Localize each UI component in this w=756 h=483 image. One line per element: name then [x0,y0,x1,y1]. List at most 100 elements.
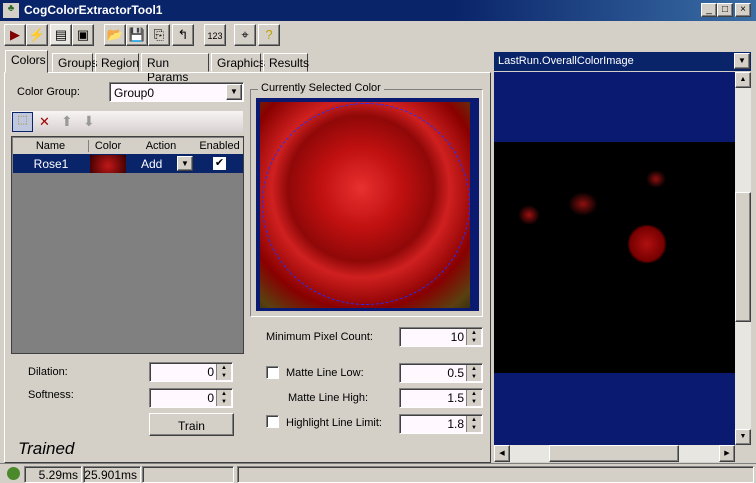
reset-button[interactable]: ↰ [172,24,194,46]
table-row[interactable]: Rose1 Add ▼ ✔ [13,154,243,173]
matte-low-label: Matte Line Low: [286,367,364,379]
run-button[interactable]: ▶ [4,24,26,46]
save-as-icon: ⎘ [153,27,165,42]
vertical-scrollbar[interactable]: ▲ ▼ [735,72,751,445]
reset-icon: ↰ [177,27,189,42]
dilation-input[interactable]: 0 ▲ ▼ [149,362,233,382]
selected-color-title: Currently Selected Color [258,82,384,94]
row-name: Rose1 [33,157,69,171]
spin-arrows-icon[interactable]: ▲ ▼ [216,390,231,406]
matte-high-input[interactable]: 1.5 ▲ ▼ [399,388,483,408]
image-select-value: LastRun.OverallColorImage [498,55,634,67]
move-down-icon[interactable]: ⬇ [83,113,95,130]
open-icon: 📂 [106,27,124,42]
row-action[interactable]: Add [141,157,162,171]
highlight-checkbox[interactable] [266,415,279,428]
total-time: 25.901ms [83,466,141,483]
softness-input[interactable]: 0 ▲ ▼ [149,388,233,408]
show-panel-icon: ▤ [54,27,68,42]
extracted-image [494,142,735,373]
add-color-icon[interactable]: ⬚ [12,112,33,132]
min-pixel-label: Minimum Pixel Count: [266,331,373,343]
header-action[interactable]: Action [127,140,195,152]
tab-colors[interactable]: Colors [5,50,48,73]
status-panel [142,466,234,483]
enabled-checkbox[interactable]: ✔ [213,157,226,170]
results-button[interactable]: 123 [204,24,226,46]
highlight-label: Highlight Line Limit: [286,417,382,429]
save-button[interactable]: 💾 [126,24,148,46]
color-group-select[interactable]: Group0 ▼ [109,82,244,102]
header-enabled[interactable]: Enabled [196,140,243,152]
matte-low-checkbox[interactable] [266,366,279,379]
dilation-label: Dilation: [28,366,68,378]
help-button[interactable]: ? [258,24,280,46]
train-status: Trained [18,439,75,458]
tab-region[interactable]: Region [95,53,139,72]
run-icon: ▶ [10,27,20,42]
min-pixel-value: 10 [450,330,464,344]
lightning-icon: ⚡ [28,27,46,42]
close-button[interactable]: × [735,3,751,17]
app-icon: ♣ [3,3,19,18]
color-swatch [90,155,126,173]
tab-graphics[interactable]: Graphics [211,53,265,72]
delete-icon[interactable]: ✕ [39,114,50,130]
matte-low-value: 0.5 [447,366,464,380]
move-up-icon[interactable]: ⬆ [61,113,73,130]
softness-label: Softness: [28,389,74,401]
color-group-label: Color Group: [17,86,80,98]
scroll-up-icon[interactable]: ▲ [735,72,751,88]
window-title: CogColorExtractorTool1 [24,3,163,17]
highlight-value: 1.8 [447,417,464,431]
title-bar: ♣ CogColorExtractorTool1 [0,0,756,21]
scroll-left-icon[interactable]: ◀ [494,445,510,462]
status-message [237,466,754,483]
status-bar: 5.29ms 25.901ms [0,463,756,483]
results-icon: 123 [207,31,223,41]
train-button[interactable]: Train [149,413,234,436]
matte-high-label: Matte Line High: [288,392,369,404]
floating-panel-button[interactable]: ▣ [72,24,94,46]
matte-high-value: 1.5 [447,391,464,405]
tab-results[interactable]: Results [263,53,309,72]
open-button[interactable]: 📂 [104,24,126,46]
help-icon: ? [265,27,273,42]
spin-arrows-icon[interactable]: ▲ ▼ [466,416,481,432]
image-select[interactable]: LastRun.OverallColorImage ▼ [494,52,751,71]
header-name[interactable]: Name [13,140,89,152]
tab-run-params[interactable]: Run Params [141,53,209,84]
spin-arrows-icon[interactable]: ▲ ▼ [466,329,481,345]
color-grid: Name Color Action Enabled Rose1 Add ▼ ✔ [11,136,244,354]
chevron-down-icon[interactable]: ▼ [226,84,242,100]
image-display[interactable] [494,72,735,445]
matte-low-input[interactable]: 0.5 ▲ ▼ [399,363,483,383]
chevron-down-icon[interactable]: ▼ [177,156,193,171]
tab-groups[interactable]: Groups [52,53,97,72]
chevron-down-icon[interactable]: ▼ [734,53,750,69]
scroll-thumb[interactable] [735,192,751,322]
save-icon: 💾 [128,27,146,42]
spin-arrows-icon[interactable]: ▲ ▼ [466,365,481,381]
show-panel-button[interactable]: ▤ [50,24,72,46]
scroll-thumb[interactable] [549,445,679,462]
minimize-button[interactable]: _ [701,3,717,17]
color-group-value: Group0 [114,86,155,100]
save-as-button[interactable]: ⎘ [148,24,170,46]
softness-value: 0 [207,391,214,405]
spin-arrows-icon[interactable]: ▲ ▼ [216,364,231,380]
header-color[interactable]: Color [90,140,126,152]
scroll-down-icon[interactable]: ▼ [735,429,751,445]
maximize-button[interactable]: □ [717,3,733,17]
spin-arrows-icon[interactable]: ▲ ▼ [466,390,481,406]
pointer-button[interactable]: ⌖ [234,24,256,46]
horizontal-scrollbar[interactable]: ◀ ▶ [494,445,735,462]
color-list-toolbar: ⬚ ✕ ⬆ ⬇ [11,111,243,133]
scroll-right-icon[interactable]: ▶ [719,445,735,462]
lightning-button[interactable]: ⚡ [26,24,48,46]
pointer-icon: ⌖ [241,27,249,42]
highlight-input[interactable]: 1.8 ▲ ▼ [399,414,483,434]
floating-panel-icon: ▣ [76,27,90,42]
grid-header: Name Color Action Enabled [13,138,243,154]
min-pixel-input[interactable]: 10 ▲ ▼ [399,327,483,347]
